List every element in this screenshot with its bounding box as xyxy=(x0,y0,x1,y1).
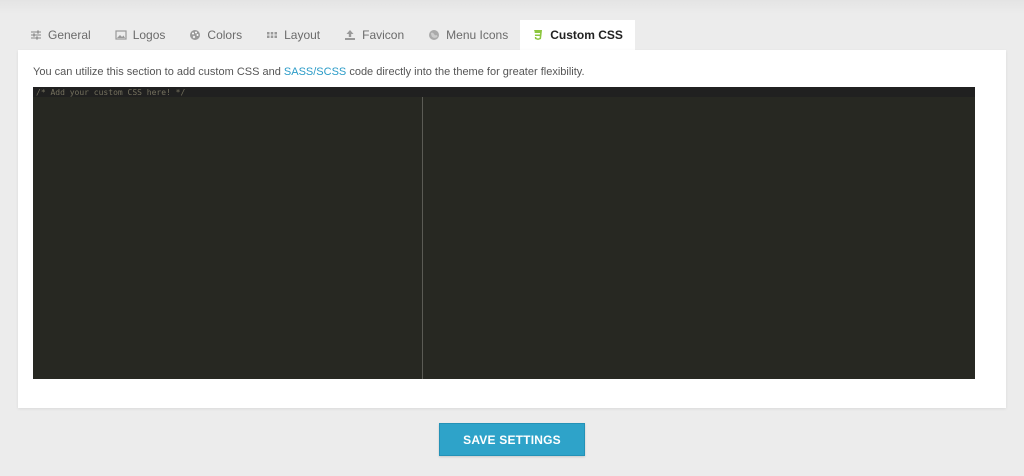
tab-label: Menu Icons xyxy=(446,28,509,42)
editor-print-margin xyxy=(422,97,423,379)
tab-menu-icons[interactable]: Menu Icons xyxy=(416,20,520,50)
tab-custom-css[interactable]: Custom CSS xyxy=(520,20,635,50)
tab-general[interactable]: General xyxy=(18,20,103,50)
tab-label: Layout xyxy=(284,28,321,42)
description-text: You can utilize this section to add cust… xyxy=(33,66,284,78)
tab-label: Custom CSS xyxy=(550,28,623,42)
upload-icon xyxy=(344,29,356,41)
custom-css-panel: You can utilize this section to add cust… xyxy=(18,50,1006,408)
tab-logos[interactable]: Logos xyxy=(103,20,178,50)
grid-icon xyxy=(266,29,278,41)
css-code-editor[interactable]: /* Add your custom CSS here! */ xyxy=(33,87,975,379)
css3-icon xyxy=(532,29,544,41)
sass-scss-link[interactable]: SASS/SCSS xyxy=(284,66,346,78)
description-text-end: code directly into the theme for greater… xyxy=(346,66,585,78)
sliders-icon xyxy=(30,29,42,41)
settings-tabs: General Logos Colors Layout Favicon Menu… xyxy=(18,20,635,50)
tab-label: Logos xyxy=(132,28,166,42)
save-settings-button[interactable]: SAVE SETTINGS xyxy=(439,423,585,456)
palette-icon xyxy=(189,29,201,41)
image-icon xyxy=(115,29,127,41)
tab-label: Favicon xyxy=(362,28,405,42)
editor-content[interactable]: /* Add your custom CSS here! */ xyxy=(36,88,185,97)
section-description: You can utilize this section to add cust… xyxy=(33,66,585,78)
top-band xyxy=(0,0,1024,14)
tab-label: General xyxy=(48,28,91,42)
tab-label: Colors xyxy=(207,28,243,42)
tab-favicon[interactable]: Favicon xyxy=(332,20,416,50)
globe-icon xyxy=(428,29,440,41)
tab-colors[interactable]: Colors xyxy=(177,20,254,50)
tab-layout[interactable]: Layout xyxy=(254,20,332,50)
